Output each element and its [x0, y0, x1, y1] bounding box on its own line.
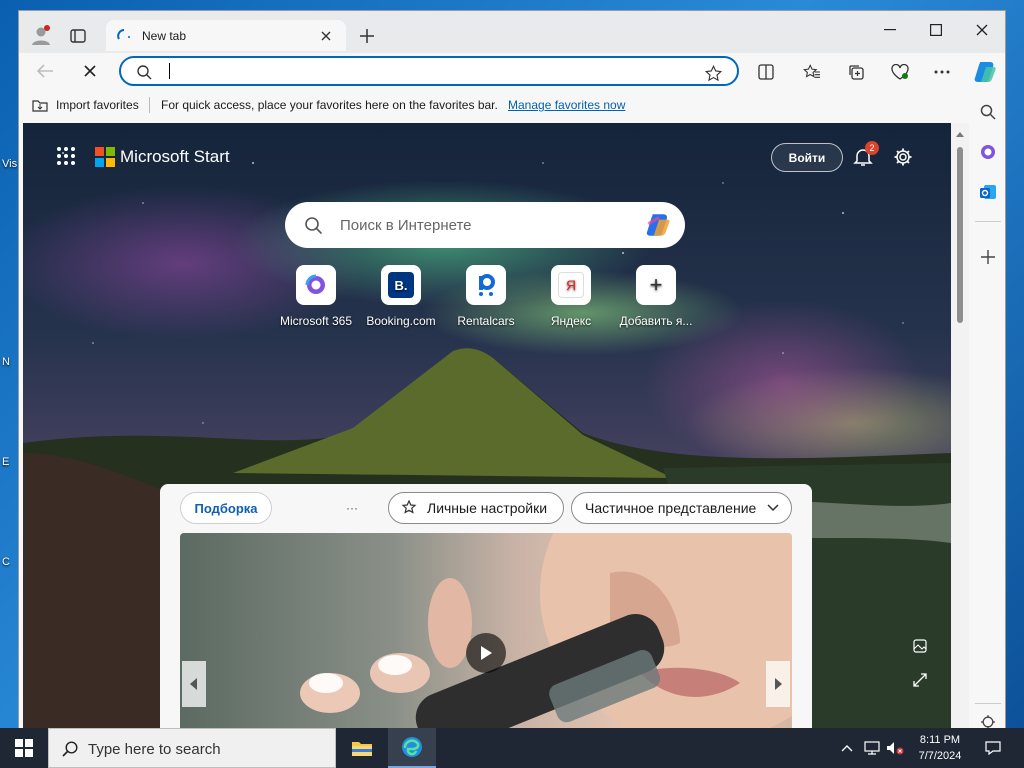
tab-actions-icon[interactable]	[67, 25, 89, 47]
back-button[interactable]	[33, 59, 57, 83]
divider	[149, 97, 150, 113]
web-search-box[interactable]: Поиск в Интернете	[285, 202, 685, 248]
toolbar	[19, 53, 1005, 89]
microsoft-365-icon	[296, 265, 336, 305]
favorites-icon[interactable]	[801, 61, 823, 83]
quick-link-label: Rentalcars	[457, 314, 515, 328]
web-search-placeholder: Поиск в Интернете	[340, 217, 472, 234]
edge-window: New tab Import favorites For quick acces…	[18, 10, 1006, 730]
profile-icon[interactable]	[29, 23, 53, 47]
yandex-icon: Я	[551, 265, 591, 305]
desktop-icon-label[interactable]: E	[2, 456, 9, 468]
tab-selection[interactable]: Подборка	[180, 492, 272, 524]
desktop-icon-label[interactable]: N	[2, 356, 10, 368]
edge-sidebar	[969, 91, 1005, 729]
search-icon	[135, 63, 153, 81]
maximize-button[interactable]	[913, 15, 959, 45]
quick-link-booking[interactable]: B. Booking.com	[356, 265, 446, 328]
taskbar-search-placeholder: Type here to search	[88, 741, 221, 758]
feed-more-button[interactable]: ···	[346, 492, 366, 524]
tab-new-tab[interactable]: New tab	[106, 20, 346, 51]
clock-time: 8:11 PM	[919, 734, 961, 746]
booking-icon: B.	[381, 265, 421, 305]
tab-strip: New tab	[19, 11, 1005, 53]
favorites-bar: Import favorites For quick access, place…	[19, 89, 1005, 121]
chevron-up-icon[interactable]	[838, 738, 856, 758]
notifications-badge: 2	[865, 141, 879, 155]
tab-title: New tab	[142, 29, 187, 43]
personalize-button[interactable]: Личные настройки	[388, 492, 564, 524]
carousel-next-button[interactable]	[766, 661, 790, 707]
video-card[interactable]	[180, 533, 792, 729]
start-button[interactable]	[0, 728, 48, 768]
add-favorite-star-icon[interactable]	[703, 63, 723, 83]
quick-link-label: Microsoft 365	[279, 314, 353, 328]
clock[interactable]: 8:11 PM 7/7/2024	[912, 732, 968, 764]
new-tab-page: Microsoft Start Войти 2 Поиск в Интернет…	[23, 123, 951, 729]
page-scrollbar[interactable]	[951, 123, 969, 729]
new-tab-button[interactable]	[355, 25, 379, 47]
chevron-down-icon	[767, 504, 779, 512]
clock-date: 7/7/2024	[918, 750, 962, 762]
copilot-icon[interactable]	[971, 58, 999, 86]
settings-gear-icon[interactable]	[891, 145, 915, 169]
apps-grid-icon[interactable]	[55, 145, 77, 167]
carousel-prev-button[interactable]	[182, 661, 206, 707]
brand-title: Microsoft Start	[120, 147, 230, 166]
desktop-icon-label[interactable]: C	[2, 556, 10, 568]
taskbar: Type here to search 8:11 PM 7/7/2024	[0, 728, 1024, 768]
close-window-button[interactable]	[959, 15, 1005, 45]
video-thumbnail	[300, 533, 792, 729]
quick-link-label: Booking.com	[366, 314, 436, 328]
background-image-icon[interactable]	[909, 635, 931, 657]
quick-link-microsoft-365[interactable]: Microsoft 365	[271, 265, 361, 328]
taskbar-search-box[interactable]: Type here to search	[48, 728, 336, 768]
outlook-icon[interactable]	[977, 181, 999, 203]
loading-spinner-icon	[116, 28, 132, 44]
import-folder-icon	[31, 97, 49, 113]
stop-loading-button[interactable]	[79, 60, 101, 82]
personalize-icon	[401, 500, 417, 516]
collections-icon[interactable]	[845, 61, 867, 83]
microsoft-365-icon[interactable]	[977, 141, 999, 163]
notification-center-icon[interactable]	[976, 738, 1010, 758]
desktop-icon-label[interactable]: Vis	[2, 158, 17, 170]
split-screen-icon[interactable]	[755, 61, 777, 83]
edge-taskbar-icon[interactable]	[388, 728, 436, 768]
import-favorites-button[interactable]: Import favorites	[56, 98, 139, 112]
quick-link-yandex[interactable]: Я Яндекс	[526, 265, 616, 328]
search-icon[interactable]	[977, 101, 999, 123]
personalize-label: Личные настройки	[427, 500, 548, 516]
add-sidebar-app-icon[interactable]	[977, 246, 999, 268]
expand-icon[interactable]	[909, 669, 931, 691]
file-explorer-icon[interactable]	[342, 728, 382, 768]
volume-muted-icon[interactable]	[884, 738, 906, 758]
news-feed-panel: Подборка ··· Личные настройки Частичное …	[160, 484, 812, 729]
manage-favorites-link[interactable]: Manage favorites now	[508, 98, 625, 112]
search-icon	[303, 215, 323, 235]
text-cursor	[169, 63, 170, 79]
network-icon[interactable]	[862, 738, 882, 758]
play-icon[interactable]	[466, 633, 506, 673]
address-bar[interactable]	[119, 56, 739, 86]
divider	[975, 221, 1001, 222]
browser-essentials-icon[interactable]	[889, 61, 911, 83]
close-tab-icon[interactable]	[318, 28, 334, 44]
quick-link-add[interactable]: + Добавить я...	[611, 265, 701, 328]
sign-in-button[interactable]: Войти	[771, 143, 843, 172]
quick-link-rentalcars[interactable]: Rentalcars	[441, 265, 531, 328]
favorites-hint-text: For quick access, place your favorites h…	[161, 98, 498, 112]
microsoft-logo-icon	[95, 147, 115, 167]
search-icon	[61, 740, 79, 758]
divider	[975, 703, 1001, 704]
more-menu-icon[interactable]	[931, 61, 953, 83]
quick-link-label: Яндекс	[550, 314, 592, 328]
minimize-button[interactable]	[867, 15, 913, 45]
rentalcars-icon	[466, 265, 506, 305]
layout-label: Частичное представление	[585, 500, 757, 516]
quick-link-label: Добавить я...	[619, 314, 693, 328]
copilot-icon[interactable]	[643, 210, 673, 240]
add-icon: +	[636, 265, 676, 305]
layout-dropdown[interactable]: Частичное представление	[571, 492, 792, 524]
